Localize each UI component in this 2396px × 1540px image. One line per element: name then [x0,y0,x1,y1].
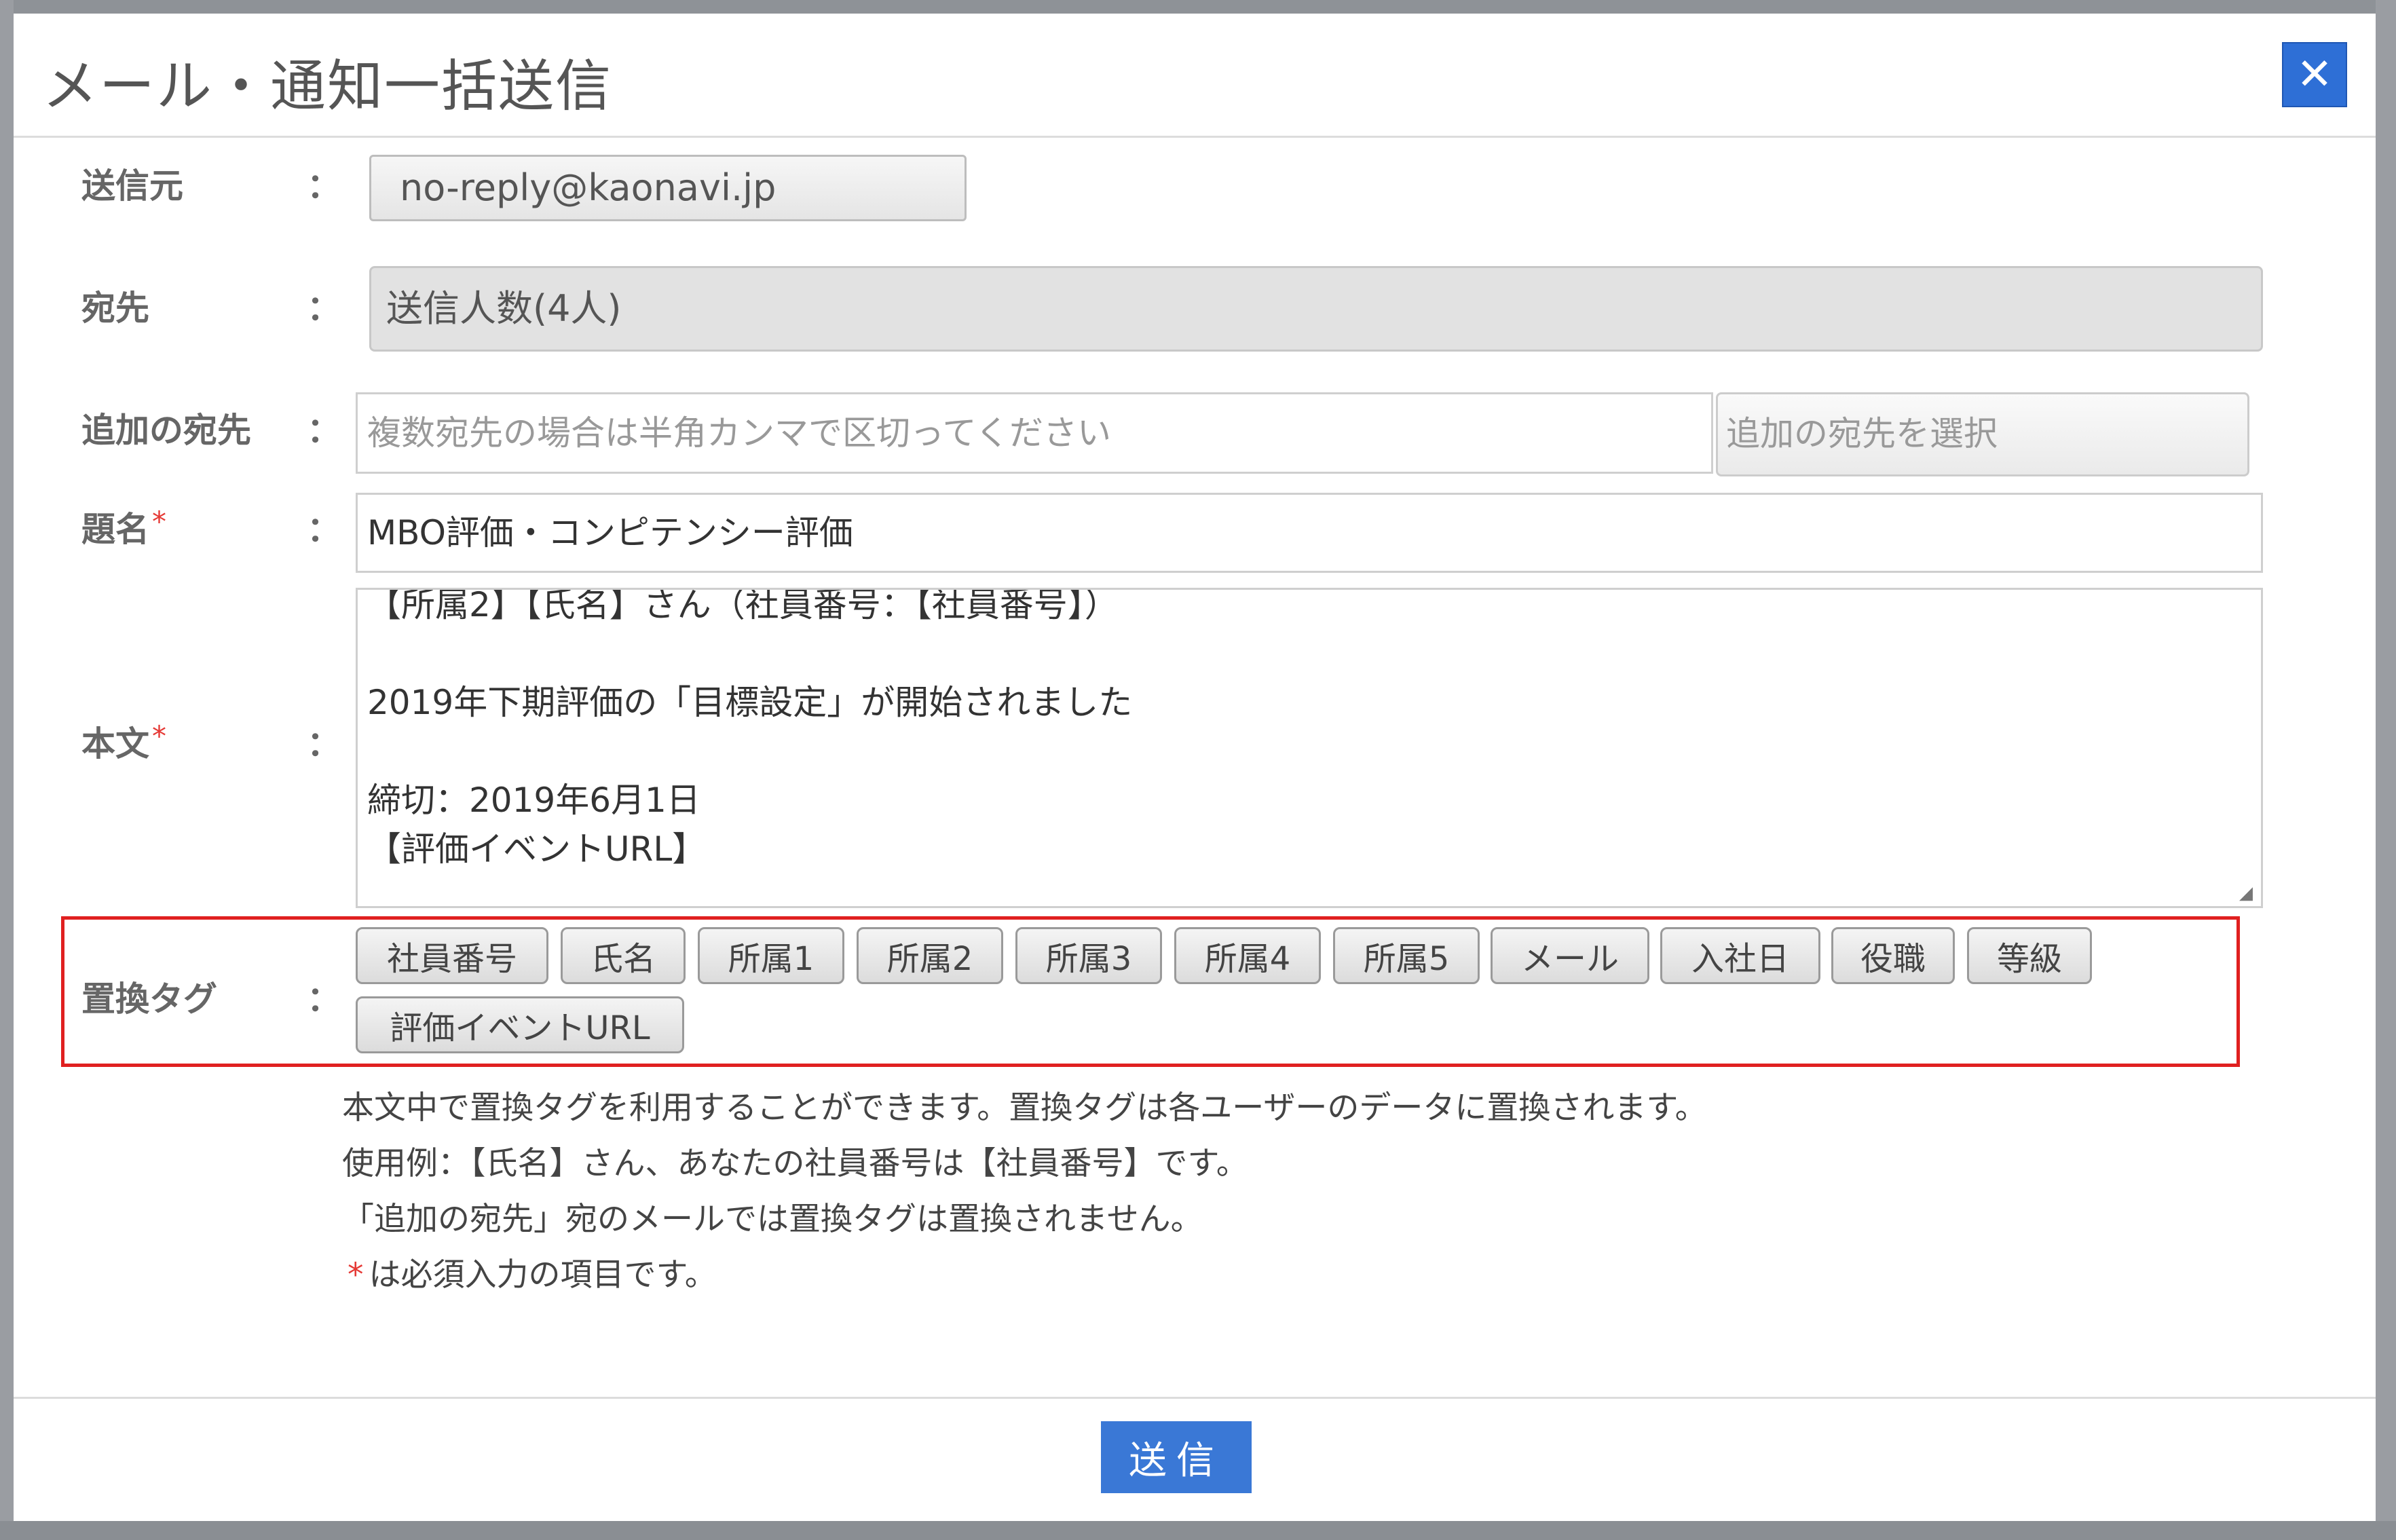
to-label: 宛先 [81,288,149,328]
subject-input[interactable]: MBO評価・コンピテンシー評価 [356,493,2263,573]
replace-tags-colon: ： [307,979,341,1019]
background-page-left [0,0,14,1540]
tag-button-employee-number[interactable]: 社員番号 [356,927,548,984]
additional-to-input[interactable]: 複数宛先の場合は半角カンマで区切ってください [356,392,1713,474]
subject-label-text: 題名 [81,510,149,549]
to-recipient-count: 送信人数(4人) [369,266,2263,352]
body-line: 締切：2019年6月1日 [367,781,700,820]
help-note: 「追加の宛先」宛のメールでは置換タグは置換されません。 [342,1201,1203,1238]
body-line: 【所属2】【氏名】さん（社員番号：【社員番号】） [367,588,1119,624]
from-select[interactable]: no-reply@kaonavi.jp [369,155,967,221]
body-colon: ： [307,724,341,764]
background-page-bottom [0,1521,2396,1540]
resize-grip-icon[interactable]: ◢ [2239,884,2257,902]
footer-divider [14,1397,2376,1399]
modal-header: メール・通知一括送信 ✕ [14,14,2376,138]
additional-to-select-button[interactable]: 追加の宛先を選択 [1716,392,2249,476]
body-line: 2019年下期評価の「目標設定」が開始されました [367,683,1133,722]
required-mark: * [348,1256,364,1294]
additional-to-colon: ： [307,411,341,450]
required-mark: * [152,505,166,538]
background-page-top [0,0,2396,14]
tag-button-dept5[interactable]: 所属5 [1333,927,1480,984]
subject-label: 題名* [81,502,166,551]
background-page-right [2376,0,2396,1540]
additional-to-label: 追加の宛先 [81,411,251,450]
body-line [367,629,2251,678]
tag-button-dept1[interactable]: 所属1 [698,927,844,984]
from-colon: ： [307,166,341,206]
help-note: 本文中で置換タグを利用することができます。置換タグは各ユーザーのデータに置換され… [342,1089,1707,1127]
help-notes: 本文中で置換タグを利用することができます。置換タグは各ユーザーのデータに置換され… [342,1081,1707,1303]
close-button[interactable]: ✕ [2282,42,2347,107]
help-note: 使用例：【氏名】さん、あなたの社員番号は【社員番号】です。 [342,1145,1248,1182]
body-label: 本文* [81,717,166,766]
from-label: 送信元 [81,166,183,206]
tag-button-name[interactable]: 氏名 [561,927,686,984]
body-textarea[interactable]: 【所属2】【氏名】さん（社員番号：【社員番号】） 2019年下期評価の「目標設定… [356,588,2263,908]
tag-button-dept3[interactable]: 所属3 [1015,927,1162,984]
body-line: 【評価イベントURL】 [367,829,707,869]
body-line [367,727,2251,776]
to-colon: ： [307,288,341,328]
modal-title: メール・通知一括送信 [42,54,613,119]
tag-button-dept4[interactable]: 所属4 [1174,927,1321,984]
tag-button-event-url[interactable]: 評価イベントURL [356,996,684,1053]
send-button[interactable]: 送信 [1101,1421,1252,1493]
replace-tags-label: 置換タグ [81,979,217,1019]
tag-button-position[interactable]: 役職 [1831,927,1955,984]
required-mark: * [152,719,166,753]
close-icon: ✕ [2296,50,2333,100]
tag-button-join-date[interactable]: 入社日 [1660,927,1820,984]
help-note-required: * は必須入力の項目です。 [342,1247,1707,1303]
help-note-required-text: は必須入力の項目です。 [369,1256,717,1294]
tag-button-grade[interactable]: 等級 [1967,927,2092,984]
body-label-text: 本文 [81,724,149,764]
tag-button-mail[interactable]: メール [1491,927,1649,984]
tag-button-dept2[interactable]: 所属2 [857,927,1003,984]
bulk-send-modal: メール・通知一括送信 ✕ 送信元 ： no-reply@kaonavi.jp 宛… [14,14,2376,1521]
subject-colon: ： [307,510,341,549]
